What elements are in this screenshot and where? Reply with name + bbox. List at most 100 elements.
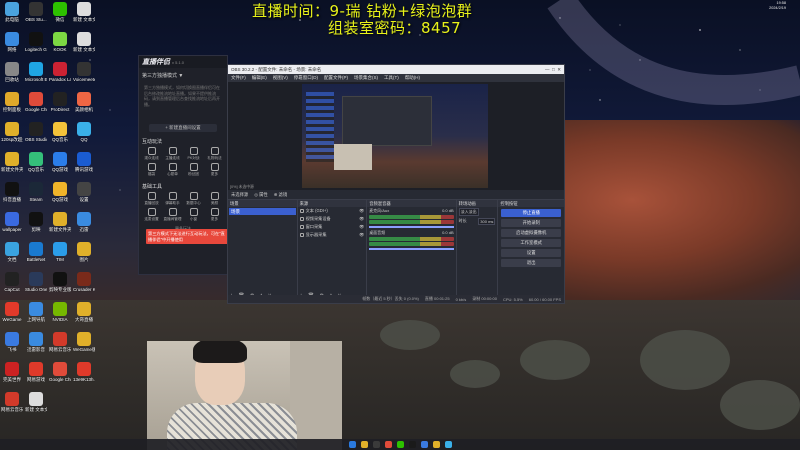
live-companion-titlebar[interactable]: 直播伴侣 v 5.1.0 <box>139 56 227 68</box>
taskbar-app-icon[interactable] <box>408 441 416 448</box>
maximize-icon[interactable]: □ <box>552 67 555 72</box>
visibility-eye-icon[interactable]: 👁 <box>359 207 364 215</box>
desktop-icon[interactable]: WeGame版 <box>73 332 95 352</box>
feature-item[interactable]: 弹幕助手 <box>162 192 183 206</box>
desktop-icon[interactable]: 新建文件夹 <box>49 212 71 232</box>
feature-item[interactable]: 更多 <box>204 208 225 222</box>
desktop-icon[interactable]: QQ游戏 <box>49 152 71 172</box>
visibility-eye-icon[interactable]: 👁 <box>359 231 364 239</box>
feature-item[interactable]: 心愿单 <box>162 163 183 177</box>
desktop-icon[interactable]: 新建 文本文档 <box>73 32 95 52</box>
desktop-icon[interactable]: Paradox Launcher v2 <box>49 62 71 82</box>
source-list-item[interactable]: 显示器采集 👁 <box>298 231 367 239</box>
control-button[interactable]: 工作室模式 <box>501 239 562 247</box>
desktop-icon[interactable]: OBS Stu... <box>25 2 47 22</box>
desktop-icon[interactable]: 迅雷 <box>73 212 95 232</box>
control-button[interactable]: 退出 <box>501 259 562 267</box>
desktop-icon[interactable]: 此电脑 <box>1 2 23 22</box>
taskbar-clock[interactable]: 19:58 2024/2/19 <box>769 1 786 10</box>
new-room-settings-button[interactable]: + 新建直播间设置 <box>149 124 217 132</box>
menu-item[interactable]: 工具(T) <box>384 75 399 81</box>
source-list-item[interactable]: 窗口采集 👁 <box>298 223 367 231</box>
feature-item[interactable]: 美颜 <box>204 192 225 206</box>
taskbar-app-icon[interactable] <box>372 441 380 448</box>
desktop-icon[interactable]: 120sp改超分 <box>1 122 23 142</box>
desktop-icon[interactable]: WeGame <box>1 302 23 322</box>
menu-item[interactable]: 文件(F) <box>231 75 246 81</box>
visibility-eye-icon[interactable]: 👁 <box>359 215 364 223</box>
desktop-icon[interactable]: 腾讯游戏 <box>73 152 95 172</box>
transition-select[interactable]: 淡入淡出 <box>458 208 479 216</box>
desktop-icon[interactable]: 微信 <box>49 2 71 22</box>
menu-item[interactable]: 停靠窗口(D) <box>294 75 318 81</box>
volume-slider[interactable] <box>369 226 454 228</box>
control-button[interactable]: 停止直播 <box>501 209 562 217</box>
desktop-icon[interactable]: 设置 <box>73 182 95 202</box>
desktop-icon[interactable]: QQ音乐 <box>25 152 47 172</box>
duration-input[interactable]: 300 ms <box>478 218 496 225</box>
desktop-icon[interactable]: 迅雷影音 <box>25 332 47 352</box>
feature-item[interactable]: 直播回放 <box>141 192 162 206</box>
taskbar-app-icon[interactable] <box>360 441 368 448</box>
desktop-icon[interactable]: ProDirect <box>49 92 71 112</box>
desktop-icon[interactable]: 剪映专业版 <box>49 272 71 292</box>
desktop-icon[interactable]: 抖音直播 <box>1 182 23 202</box>
filters-button[interactable]: ⊕ 滤镜 <box>274 192 287 198</box>
properties-button[interactable]: ◎ 属性 <box>254 192 268 198</box>
obs-titlebar[interactable]: OBS 30.2.2 - 配置文件: 未命名 - 场景: 未命名 — □ ✕ <box>228 65 564 74</box>
desktop-icon[interactable]: wallpaper <box>1 212 23 232</box>
feature-item[interactable]: 数据中心 <box>183 192 204 206</box>
desktop-icon[interactable]: KOOK <box>49 32 71 52</box>
desktop-icon[interactable]: 大哥直播 <box>73 302 95 322</box>
menu-item[interactable]: 配置文件(P) <box>324 75 348 81</box>
desktop-icon[interactable]: QQ音乐 <box>49 122 71 142</box>
desktop-icon[interactable]: 新建 文本文档 <box>73 2 95 22</box>
feature-item[interactable]: 福袋 <box>141 163 162 177</box>
source-list-item[interactable]: 文本 (GDI+) 👁 <box>298 207 367 215</box>
mode-dropdown[interactable]: 第三方独播模式 ▼ <box>142 72 224 79</box>
desktop-icon[interactable]: 网易云音乐 <box>1 392 23 412</box>
desktop-icon[interactable]: 美颜相机 <box>73 92 95 112</box>
feature-item[interactable]: 小窗 <box>183 208 204 222</box>
desktop-icon[interactable]: 飞书 <box>1 332 23 352</box>
taskbar-app-icon[interactable] <box>384 441 392 448</box>
desktop-icon[interactable]: 回收站 <box>1 62 23 82</box>
taskbar-app-icon[interactable] <box>396 441 404 448</box>
taskbar-app-icon[interactable] <box>444 441 452 448</box>
desktop-icon[interactable]: 网易云音乐 <box>49 332 71 352</box>
menu-item[interactable]: 编辑(E) <box>252 75 267 81</box>
scene-list-item[interactable]: 场景 <box>229 208 296 215</box>
desktop-icon[interactable]: 上网导航 <box>25 302 47 322</box>
desktop-icon[interactable]: OBS Studio <box>25 122 47 142</box>
control-button[interactable]: 开始录制 <box>501 219 562 227</box>
feature-item[interactable]: 粉丝团 <box>183 163 204 177</box>
desktop-icon[interactable]: 网络 <box>1 32 23 52</box>
desktop-icon[interactable]: Steam <box>25 182 47 202</box>
desktop-icon[interactable]: QQ游戏 <box>49 182 71 202</box>
desktop-icon[interactable]: QQ <box>73 122 95 142</box>
minimize-icon[interactable]: — <box>545 67 550 72</box>
taskbar-app-icon[interactable] <box>432 441 440 448</box>
desktop-icon[interactable]: Logitech G HUB <box>25 32 47 52</box>
visibility-eye-icon[interactable]: 👁 <box>359 223 364 231</box>
desktop-icon[interactable]: Google Chrome <box>25 92 47 112</box>
desktop-icon[interactable]: 网易游戏 <box>25 362 47 382</box>
desktop-icon[interactable]: CapCut <box>1 272 23 292</box>
feature-item[interactable]: 直播间管理 <box>162 208 183 222</box>
desktop-icon[interactable]: 新建文件夹 <box>1 152 23 172</box>
desktop-icon[interactable]: TIM <box>49 242 71 262</box>
feature-item[interactable]: 观众连线 <box>141 147 162 161</box>
desktop-icon[interactable]: Microsoft Edge <box>25 62 47 82</box>
feature-item[interactable]: 更多 <box>204 163 225 177</box>
menu-item[interactable]: 视图(V) <box>273 75 288 81</box>
feature-item[interactable]: 连麦设置 <box>141 208 162 222</box>
feature-item[interactable]: 礼物玩法 <box>204 147 225 161</box>
desktop-icon[interactable]: 控制面板 <box>1 92 23 112</box>
control-button[interactable]: 启动虚拟摄像机 <box>501 229 562 237</box>
desktop-icon[interactable]: 文档 <box>1 242 23 262</box>
close-icon[interactable]: ✕ <box>557 67 561 72</box>
desktop-icon[interactable]: 图片 <box>73 242 95 262</box>
desktop-icon[interactable]: Google Chrome <box>49 362 71 382</box>
desktop-icon[interactable]: Studio One <box>25 272 47 292</box>
desktop-icon[interactable]: 完美世界 <box>1 362 23 382</box>
